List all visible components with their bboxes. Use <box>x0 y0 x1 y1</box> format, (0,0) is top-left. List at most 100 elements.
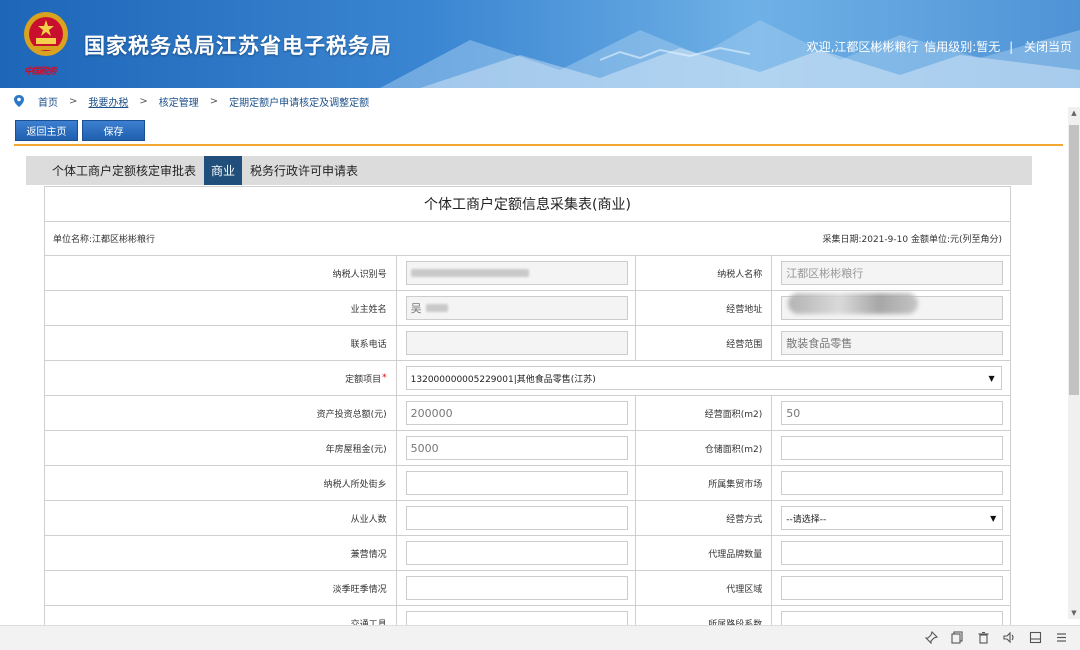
redaction-blob <box>788 293 918 314</box>
location-pin-icon <box>14 95 24 107</box>
street-field[interactable] <box>405 471 628 495</box>
taxpayer-id-field[interactable] <box>405 261 628 285</box>
breadcrumb-verify[interactable]: 核定管理 <box>159 94 199 109</box>
breadcrumb: 首页 > 我要办税 > 核定管理 > 定期定额户申请核定及调整定额 <box>14 93 369 109</box>
staff-label: 从业人数 <box>45 501 397 535</box>
taxpayer-name-value: 江都区彬彬粮行 <box>786 267 864 280</box>
breadcrumb-arrow: > <box>209 95 219 107</box>
user-links: 欢迎,江都区彬彬粮行 信用级别:暂无 | 关闭当页 <box>805 38 1072 55</box>
tab-approval-form[interactable]: 个体工商户定额核定审批表 <box>26 156 204 185</box>
phone-label: 联系电话 <box>45 326 397 360</box>
staff-field[interactable] <box>405 506 628 530</box>
credit-level[interactable]: 信用级别:暂无 <box>924 40 1000 54</box>
form-row: 淡季旺季情况 代理区域 <box>45 571 1010 606</box>
mode-select[interactable]: --请选择-- ▼ <box>781 506 1004 530</box>
vehicle-field[interactable] <box>405 611 628 626</box>
breadcrumb-current: 定期定额户申请核定及调整定额 <box>229 97 370 109</box>
form-row: 年房屋租金(元) 5000 仓储面积(m2) <box>45 431 1010 466</box>
redacted-value <box>425 304 448 312</box>
project-label: 定额项目 * <box>45 361 397 395</box>
site-title: 国家税务总局江苏省电子税务局 <box>84 34 392 58</box>
divider <box>14 144 1063 146</box>
form-row: 从业人数 经营方式 --请选择-- ▼ <box>45 501 1010 536</box>
rent-field[interactable]: 5000 <box>405 436 628 460</box>
collect-info: 采集日期:2021-9-10 金额单位:元(列至角分) <box>822 235 1002 245</box>
scope-field[interactable]: 散装食品零售 <box>781 331 1004 355</box>
area-label: 经营面积(m2) <box>636 396 773 430</box>
project-select[interactable]: 132000000005229001|其他食品零售(江苏) ▼ <box>405 366 1002 390</box>
phone-field[interactable] <box>405 331 628 355</box>
header-banner: 中国税务 国家税务总局江苏省电子税务局 欢迎,江都区彬彬粮行 信用级别:暂无 |… <box>0 0 1080 88</box>
trash-icon[interactable] <box>977 631 990 644</box>
speaker-icon[interactable] <box>1003 631 1016 644</box>
scroll-up-icon[interactable]: ▲ <box>1068 107 1080 119</box>
agent-brand-label: 代理品牌数量 <box>636 536 773 570</box>
menu-icon[interactable] <box>1055 631 1068 644</box>
dropdown-caret-icon: ▼ <box>990 513 997 523</box>
tax-emblem-icon <box>24 12 68 56</box>
pin-icon[interactable] <box>925 631 938 644</box>
breadcrumb-home[interactable]: 首页 <box>38 94 58 109</box>
market-field[interactable] <box>781 471 1004 495</box>
welcome-text: 欢迎,江都区彬彬粮行 <box>806 40 919 54</box>
breadcrumb-arrow: > <box>139 95 148 107</box>
dropdown-caret-icon: ▼ <box>988 373 995 383</box>
assets-label: 资产投资总额(元) <box>45 396 397 430</box>
warehouse-label: 仓储面积(m2) <box>636 431 773 465</box>
save-button[interactable]: 保存 <box>82 120 145 141</box>
window-icon[interactable] <box>1029 631 1042 644</box>
area-field[interactable]: 50 <box>781 401 1004 425</box>
mode-label: 经营方式 <box>636 501 773 535</box>
owner-label: 业主姓名 <box>45 291 397 325</box>
form-row: 交通工具 所属路段系数 <box>45 606 1010 626</box>
rent-label: 年房屋租金(元) <box>45 431 397 465</box>
scroll-thumb[interactable] <box>1069 125 1079 395</box>
back-home-button[interactable]: 返回主页 <box>15 120 78 141</box>
season-label: 淡季旺季情况 <box>45 571 397 605</box>
agent-area-label: 代理区域 <box>636 571 773 605</box>
tab-license-application[interactable]: 税务行政许可申请表 <box>242 156 366 185</box>
breadcrumb-arrow: > <box>69 95 78 107</box>
side-business-field[interactable] <box>405 541 628 565</box>
scope-label: 经营范围 <box>636 326 773 360</box>
form-row: 纳税人所处街乡 所属集贸市场 <box>45 466 1010 501</box>
project-label-text: 定额项目 <box>345 374 382 385</box>
quota-info-form: 个体工商户定额信息采集表(商业) 单位名称:江都区彬彬粮行 采集日期:2021-… <box>44 186 1011 626</box>
required-mark: * <box>382 373 387 383</box>
season-field[interactable] <box>405 576 628 600</box>
tab-bar: 个体工商户定额核定审批表 商业 税务行政许可申请表 <box>26 156 1032 185</box>
form-row: 兼营情况 代理品牌数量 <box>45 536 1010 571</box>
page-scrollbar[interactable]: ▲ ▼ <box>1068 107 1080 619</box>
project-value: 132000000005229001|其他食品零售(江苏) <box>410 374 596 385</box>
owner-field[interactable]: 吴 <box>405 296 628 320</box>
vehicle-label: 交通工具 <box>45 606 397 626</box>
copy-icon[interactable] <box>951 631 964 644</box>
side-business-label: 兼营情况 <box>45 536 397 570</box>
form-row: 联系电话 经营范围 散装食品零售 <box>45 326 1010 361</box>
assets-field[interactable]: 200000 <box>405 401 628 425</box>
form-meta-row: 单位名称:江都区彬彬粮行 采集日期:2021-9-10 金额单位:元(列至角分) <box>45 222 1010 256</box>
taxpayer-id-label: 纳税人识别号 <box>45 256 397 290</box>
tab-commerce[interactable]: 商业 <box>204 156 243 185</box>
agent-brand-field[interactable] <box>781 541 1004 565</box>
separator: | <box>1009 40 1014 54</box>
address-label: 经营地址 <box>636 291 773 325</box>
toolbar: 返回主页 保存 <box>15 120 149 141</box>
owner-value: 吴 <box>410 302 422 315</box>
system-bar <box>0 625 1080 650</box>
road-field[interactable] <box>781 611 1004 626</box>
taxpayer-name-field[interactable]: 江都区彬彬粮行 <box>781 261 1004 285</box>
scroll-down-icon[interactable]: ▼ <box>1068 607 1080 619</box>
system-tray <box>912 631 1068 644</box>
close-page-link[interactable]: 关闭当页 <box>1024 40 1072 54</box>
form-row: 纳税人识别号 纳税人名称 江都区彬彬粮行 <box>45 256 1010 291</box>
form-title: 个体工商户定额信息采集表(商业) <box>45 187 1010 222</box>
taxpayer-name-label: 纳税人名称 <box>636 256 773 290</box>
agent-area-field[interactable] <box>781 576 1004 600</box>
warehouse-field[interactable] <box>781 436 1004 460</box>
unit-name: 单位名称:江都区彬彬粮行 <box>53 235 156 245</box>
form-row: 定额项目 * 132000000005229001|其他食品零售(江苏) ▼ <box>45 361 1010 396</box>
breadcrumb-do-tax[interactable]: 我要办税 <box>88 94 128 109</box>
form-row: 资产投资总额(元) 200000 经营面积(m2) 50 <box>45 396 1010 431</box>
street-label: 纳税人所处街乡 <box>45 466 397 500</box>
